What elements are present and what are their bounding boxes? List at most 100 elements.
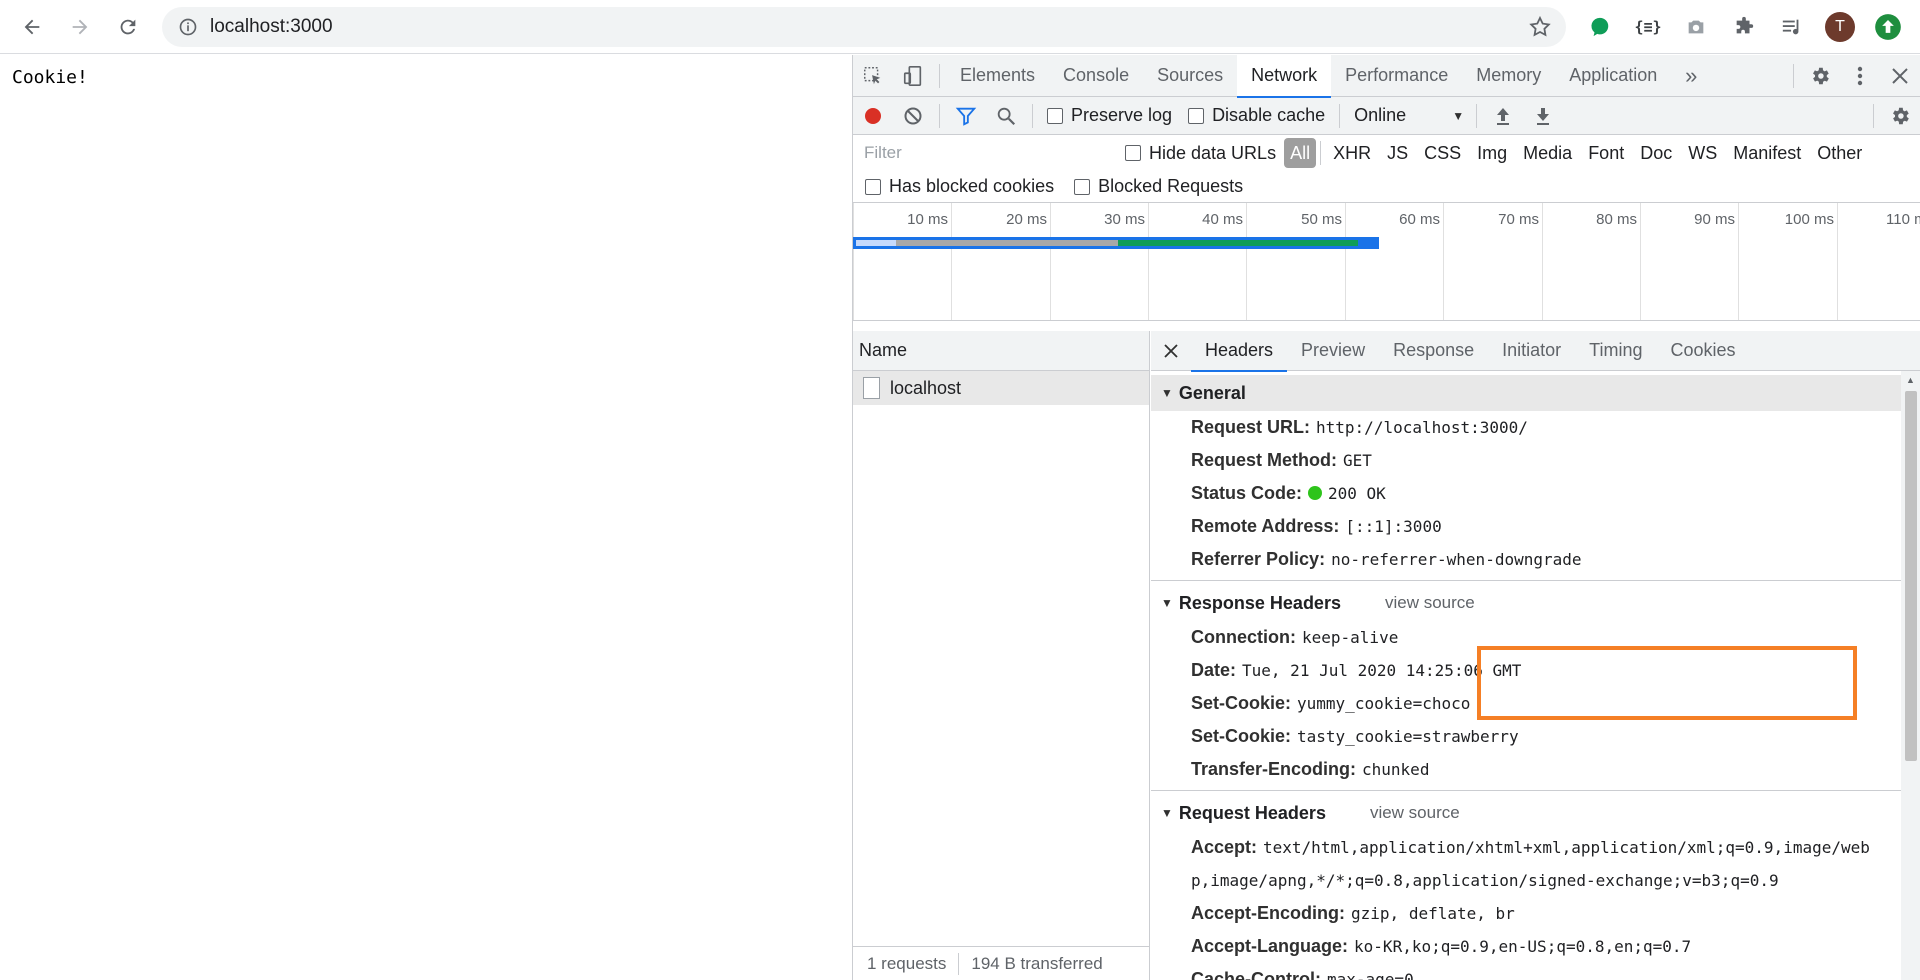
network-toolbar: Preserve log Disable cache Online ▼ — [853, 97, 1920, 135]
filter-type-js[interactable]: JS — [1379, 138, 1416, 168]
green-drop-icon — [1591, 17, 1609, 37]
import-har-button[interactable] — [1483, 97, 1523, 135]
tab-memory[interactable]: Memory — [1462, 55, 1555, 97]
filter-type-other[interactable]: Other — [1809, 138, 1870, 168]
filter-type-css[interactable]: CSS — [1416, 138, 1469, 168]
close-detail-button[interactable] — [1151, 331, 1191, 371]
devtools-tab-bar: Elements Console Sources Network Perform… — [853, 54, 1920, 98]
export-har-button[interactable] — [1523, 97, 1563, 135]
media-control-button[interactable] — [1768, 9, 1816, 45]
record-button[interactable] — [853, 97, 893, 135]
blocked-filter-row: Has blocked cookies Blocked Requests — [853, 171, 1920, 203]
name-column-header[interactable]: Name — [853, 331, 1149, 371]
tab-cookies[interactable]: Cookies — [1657, 331, 1750, 371]
extension-json-button[interactable]: {≡} — [1624, 9, 1672, 45]
detail-tab-bar: Headers Preview Response Initiator Timin… — [1151, 331, 1920, 372]
gear-icon — [1813, 67, 1829, 84]
more-tabs-button[interactable]: » — [1671, 55, 1711, 97]
extension-camera-button[interactable] — [1672, 9, 1720, 45]
response-headers-section-header[interactable]: ▼ Response Headers view source — [1151, 585, 1901, 621]
detail-scrollbar[interactable]: ▲ — [1901, 371, 1920, 980]
filter-type-manifest[interactable]: Manifest — [1725, 138, 1809, 168]
tab-performance[interactable]: Performance — [1331, 55, 1462, 97]
settings-button[interactable] — [1800, 55, 1840, 97]
throttling-select[interactable]: Online ▼ — [1346, 105, 1464, 126]
scrollbar-thumb[interactable] — [1905, 391, 1917, 761]
inspect-cursor-icon — [864, 66, 881, 84]
timeline-gridline: 40 ms — [1202, 203, 1247, 320]
hide-data-urls-checkbox[interactable]: Hide data URLs — [1125, 143, 1276, 164]
close-devtools-button[interactable] — [1880, 55, 1920, 97]
timeline-gridline: 30 ms — [1104, 203, 1149, 320]
header-row: Cache-Control: max-age=0 — [1191, 969, 1414, 980]
tab-timing[interactable]: Timing — [1575, 331, 1656, 371]
header-row: Request URL: http://localhost:3000/ — [1191, 417, 1528, 437]
url-text: localhost:3000 — [210, 16, 333, 37]
tab-response[interactable]: Response — [1379, 331, 1488, 371]
bookmark-star-icon[interactable] — [1528, 15, 1552, 39]
filter-type-ws[interactable]: WS — [1680, 138, 1725, 168]
device-toolbar-button[interactable] — [893, 55, 933, 97]
update-button[interactable] — [1864, 9, 1912, 45]
tab-console[interactable]: Console — [1049, 55, 1143, 97]
filter-type-media[interactable]: Media — [1515, 138, 1580, 168]
preserve-log-checkbox[interactable]: Preserve log — [1047, 105, 1172, 126]
checkbox-box — [1125, 145, 1141, 161]
profile-avatar[interactable]: T — [1816, 9, 1864, 45]
tab-network[interactable]: Network — [1237, 54, 1332, 98]
record-icon — [865, 107, 881, 124]
request-count: 1 requests — [867, 953, 947, 973]
address-bar[interactable]: localhost:3000 — [162, 7, 1566, 47]
inspect-element-button[interactable] — [853, 55, 893, 97]
toolbar-divider — [1476, 103, 1478, 128]
has-blocked-cookies-checkbox[interactable]: Has blocked cookies — [865, 176, 1054, 197]
disable-cache-checkbox[interactable]: Disable cache — [1188, 105, 1325, 126]
tab-preview[interactable]: Preview — [1287, 331, 1379, 371]
checkbox-box — [865, 178, 881, 195]
tick-label: 30 ms — [1104, 211, 1145, 228]
tab-initiator[interactable]: Initiator — [1488, 331, 1575, 371]
header-row: Accept-Language: ko-KR,ko;q=0.9,en-US;q=0… — [1191, 936, 1692, 956]
request-headers-section-header[interactable]: ▼ Request Headers view source — [1151, 795, 1901, 831]
back-button[interactable] — [14, 9, 50, 45]
blocked-requests-checkbox[interactable]: Blocked Requests — [1074, 176, 1243, 197]
timeline-overview[interactable]: 10 ms 20 ms 30 ms 40 ms 50 ms 60 ms 70 m… — [853, 203, 1920, 321]
tab-headers[interactable]: Headers — [1191, 331, 1288, 372]
extension-green-button[interactable] — [1576, 9, 1624, 45]
view-source-link[interactable]: view source — [1370, 803, 1460, 823]
extensions-button[interactable] — [1720, 9, 1768, 45]
filter-type-xhr[interactable]: XHR — [1325, 138, 1379, 168]
filter-type-doc[interactable]: Doc — [1632, 138, 1680, 168]
double-chevron-icon: » — [1685, 62, 1698, 88]
request-row[interactable]: localhost — [853, 371, 1149, 405]
filter-input[interactable]: Filter — [859, 139, 1107, 167]
filter-toggle-button[interactable] — [946, 97, 986, 135]
puzzle-icon — [1736, 16, 1754, 34]
filter-type-img[interactable]: Img — [1469, 138, 1515, 168]
set-cookie-row: Set-Cookie: tasty_cookie=strawberry — [1191, 726, 1519, 746]
tick-label: 70 ms — [1498, 211, 1539, 228]
checkbox-box — [1047, 107, 1063, 124]
forward-arrow-icon — [72, 19, 88, 35]
network-settings-button[interactable] — [1880, 97, 1920, 135]
request-name: localhost — [890, 377, 962, 398]
reload-button[interactable] — [110, 9, 146, 45]
filter-type-all[interactable]: All — [1284, 138, 1317, 168]
tab-sources[interactable]: Sources — [1143, 55, 1237, 97]
forward-button[interactable] — [62, 9, 98, 45]
header-row: Request Method: GET — [1191, 450, 1372, 470]
filter-type-font[interactable]: Font — [1580, 138, 1632, 168]
download-icon — [1537, 107, 1550, 125]
general-section-header[interactable]: ▼ General — [1151, 375, 1901, 411]
waiting-segment — [896, 240, 1118, 246]
view-source-link[interactable]: view source — [1385, 593, 1475, 613]
more-options-button[interactable] — [1840, 55, 1880, 97]
tab-application[interactable]: Application — [1555, 55, 1671, 97]
tick-label: 100 ms — [1784, 211, 1834, 228]
search-button[interactable] — [986, 97, 1026, 135]
tab-elements[interactable]: Elements — [946, 55, 1049, 97]
timeline-gridline: 90 ms — [1694, 203, 1739, 320]
scroll-up-icon[interactable]: ▲ — [1906, 375, 1915, 385]
clear-button[interactable] — [893, 97, 933, 135]
tick-label: 90 ms — [1694, 211, 1735, 228]
